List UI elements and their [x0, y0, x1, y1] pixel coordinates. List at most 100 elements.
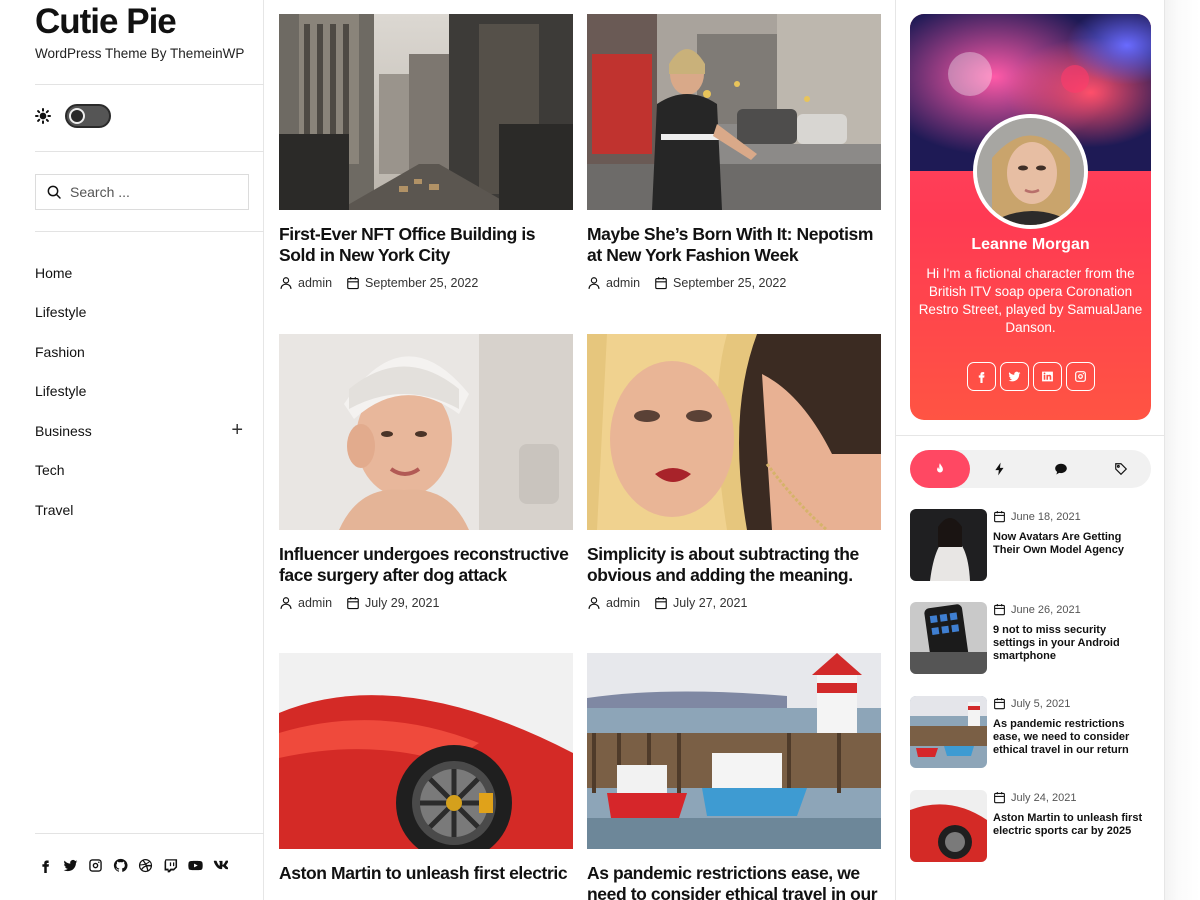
post-author[interactable]: admin: [606, 596, 640, 610]
dark-mode-toggle[interactable]: [65, 104, 111, 128]
nav-label: Fashion: [35, 343, 85, 360]
post-title[interactable]: Aston Martin to unleash first electric: [279, 863, 573, 884]
calendar-icon: [655, 277, 667, 290]
calendar-icon: [994, 792, 1005, 804]
nav-label: Lifestyle: [35, 383, 87, 400]
fire-icon: [937, 463, 944, 473]
dribbble-icon[interactable]: [137, 857, 154, 874]
post-title[interactable]: Simplicity is about subtracting the obvi…: [587, 544, 881, 586]
user-icon: [280, 277, 292, 289]
recent-post-thumbnail[interactable]: [910, 696, 987, 768]
post-author[interactable]: admin: [298, 596, 332, 610]
facebook-icon[interactable]: [967, 362, 996, 391]
recent-date-text[interactable]: June 26, 2021: [1011, 604, 1081, 616]
nav-item-lifestyle-2[interactable]: Lifestyle: [35, 372, 245, 412]
post-title[interactable]: Influencer undergoes reconstructive face…: [279, 544, 573, 586]
list-item: June 26, 2021 9 not to miss security set…: [910, 602, 1151, 674]
post-card: Influencer undergoes reconstructive face…: [279, 334, 573, 610]
instagram-icon[interactable]: [1066, 362, 1095, 391]
twitter-icon[interactable]: [1000, 362, 1029, 391]
post-author[interactable]: admin: [298, 276, 332, 290]
tab-trending[interactable]: [970, 450, 1030, 488]
theme-switcher: [35, 104, 111, 128]
site-title[interactable]: Cutie Pie: [35, 2, 177, 42]
post-meta: admin July 27, 2021: [587, 596, 881, 610]
post-thumbnail-street-woman[interactable]: [587, 14, 881, 210]
tab-tags[interactable]: [1091, 450, 1151, 488]
post-thumbnail-harbor-boats[interactable]: [587, 653, 881, 849]
recent-post-date: July 24, 2021: [993, 791, 1076, 804]
instagram-icon[interactable]: [87, 857, 104, 874]
post-title[interactable]: Maybe She’s Born With It: Nepotism at Ne…: [587, 224, 881, 266]
calendar-icon: [347, 597, 359, 610]
twitch-icon[interactable]: [162, 857, 179, 874]
twitter-icon[interactable]: [62, 857, 79, 874]
calendar-icon: [655, 597, 667, 610]
post-date[interactable]: September 25, 2022: [365, 276, 478, 290]
recent-post-thumbnail[interactable]: [910, 602, 987, 674]
youtube-icon[interactable]: [187, 857, 204, 874]
nav-label: Lifestyle: [35, 304, 87, 321]
page-edge-shadow: [1165, 0, 1200, 900]
post-date[interactable]: July 27, 2021: [673, 596, 747, 610]
recent-post-thumbnail[interactable]: [910, 509, 987, 581]
post-tabs: [910, 450, 1151, 488]
site-description: WordPress Theme By ThemeinWP: [35, 46, 245, 61]
nav-item-tech[interactable]: Tech: [35, 451, 245, 491]
post-thumbnail-red-car[interactable]: [279, 653, 573, 849]
divider: [35, 833, 264, 834]
post-title[interactable]: As pandemic restrictions ease, we need t…: [587, 863, 881, 900]
nav-item-lifestyle[interactable]: Lifestyle: [35, 293, 245, 333]
nav-item-fashion[interactable]: Fashion: [35, 332, 245, 372]
facebook-icon[interactable]: [37, 857, 54, 874]
sun-icon: [35, 108, 51, 124]
search-box: [35, 174, 249, 210]
nav-label: Home: [35, 264, 73, 281]
recent-post-thumbnail[interactable]: [910, 790, 987, 862]
nav-item-travel[interactable]: Travel: [35, 490, 245, 530]
list-item: July 24, 2021 Aston Martin to unleash fi…: [910, 790, 1151, 862]
recent-post-title[interactable]: Aston Martin to unleash first electric s…: [993, 812, 1151, 838]
bolt-icon: [995, 462, 1004, 476]
post-thumbnail-city[interactable]: [279, 14, 573, 210]
linkedin-icon[interactable]: [1033, 362, 1062, 391]
search-input[interactable]: [70, 184, 230, 200]
calendar-icon: [347, 277, 359, 290]
recent-post-title[interactable]: 9 not to miss security settings in your …: [993, 624, 1151, 663]
post-card: As pandemic restrictions ease, we need t…: [587, 653, 881, 900]
list-item: July 5, 2021 As pandemic restrictions ea…: [910, 696, 1151, 768]
divider: [35, 231, 264, 232]
user-icon: [280, 597, 292, 609]
recent-date-text[interactable]: July 5, 2021: [1011, 698, 1070, 710]
vk-icon[interactable]: [212, 857, 229, 874]
nav-item-business[interactable]: Business +: [35, 411, 245, 451]
post-thumbnail-blonde-portrait[interactable]: [587, 334, 881, 530]
post-date[interactable]: September 25, 2022: [673, 276, 786, 290]
primary-nav: Home Lifestyle Fashion Lifestyle Busines…: [35, 253, 245, 530]
post-card: Maybe She’s Born With It: Nepotism at Ne…: [587, 14, 881, 290]
recent-post-title[interactable]: As pandemic restrictions ease, we need t…: [993, 718, 1151, 757]
post-card: First-Ever NFT Office Building is Sold i…: [279, 14, 573, 290]
divider: [896, 435, 1164, 436]
recent-post-title[interactable]: Now Avatars Are Getting Their Own Model …: [993, 531, 1151, 557]
post-date[interactable]: July 29, 2021: [365, 596, 439, 610]
post-meta: admin September 25, 2022: [587, 276, 881, 290]
left-sidebar: Cutie Pie WordPress Theme By ThemeinWP H…: [0, 0, 264, 900]
post-thumbnail-skincare[interactable]: [279, 334, 573, 530]
post-title[interactable]: First-Ever NFT Office Building is Sold i…: [279, 224, 573, 266]
divider: [35, 84, 264, 85]
search-icon[interactable]: [46, 184, 62, 200]
post-author[interactable]: admin: [606, 276, 640, 290]
tab-comments[interactable]: [1031, 450, 1091, 488]
recent-date-text[interactable]: June 18, 2021: [1011, 511, 1081, 523]
author-name: Leanne Morgan: [971, 236, 1090, 253]
submenu-toggle-plus-icon[interactable]: +: [231, 419, 243, 442]
nav-label: Business: [35, 422, 92, 439]
list-item: June 18, 2021 Now Avatars Are Getting Th…: [910, 509, 1151, 581]
recent-date-text[interactable]: July 24, 2021: [1011, 792, 1076, 804]
nav-item-home[interactable]: Home: [35, 253, 245, 293]
author-profile-card: Leanne Morgan Hi I'm a fictional charact…: [910, 14, 1151, 420]
github-icon[interactable]: [112, 857, 129, 874]
author-avatar[interactable]: [973, 114, 1088, 229]
tab-popular[interactable]: [910, 450, 971, 488]
